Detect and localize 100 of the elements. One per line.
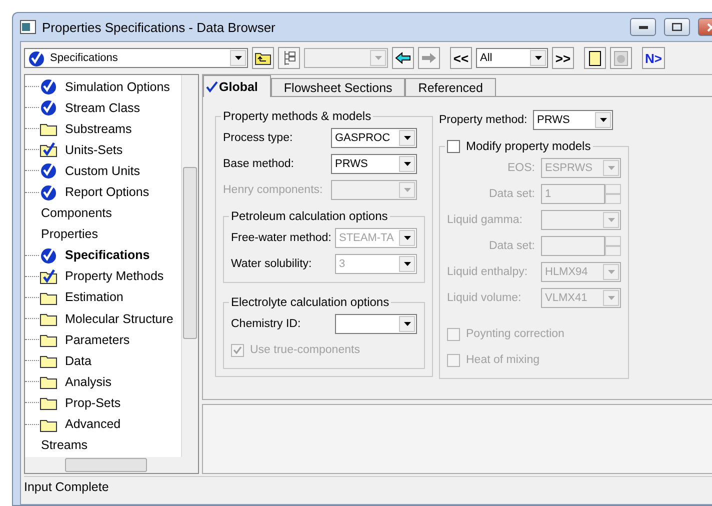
- filter-dropdown[interactable]: All: [476, 48, 548, 68]
- notes-button[interactable]: [584, 47, 606, 69]
- object-selector[interactable]: Specifications: [24, 48, 248, 68]
- tab[interactable]: Referenced: [405, 78, 496, 97]
- check-circle-icon: [40, 162, 57, 180]
- checkbox[interactable]: [447, 140, 460, 152]
- group-title: Petroleum calculation options: [230, 209, 389, 223]
- tree-item[interactable]: Data: [57, 354, 92, 368]
- field-label: Base method:: [223, 158, 295, 170]
- tree-item[interactable]: Streams: [25, 438, 88, 452]
- group-title: Modify property models: [466, 139, 591, 153]
- folder-icon: [40, 374, 57, 390]
- field-label: Henry components:: [223, 184, 324, 196]
- dropdown-arrow-icon: [234, 56, 242, 60]
- tree-item[interactable]: Specifications: [57, 248, 150, 262]
- dropdown-arrow-icon: [600, 118, 606, 122]
- folder-icon: [40, 353, 57, 368]
- tree-item[interactable]: Substreams: [57, 122, 132, 136]
- tab[interactable]: Global: [203, 75, 271, 97]
- dropdown-arrow-icon: [534, 56, 542, 60]
- dropdown-arrow-icon: [374, 56, 382, 60]
- field-label: EOS:: [506, 162, 536, 174]
- check-circle-icon: [40, 99, 57, 116]
- spin-buttons[interactable]: [605, 236, 621, 256]
- checkbox-label: Heat of mixing: [466, 354, 540, 366]
- tree-item[interactable]: Molecular Structure: [57, 312, 174, 326]
- dropdown-field[interactable]: PRWS: [533, 110, 613, 130]
- window-icon: [20, 20, 36, 34]
- field-label: Data set:: [488, 240, 536, 252]
- folder-check-icon: [40, 268, 57, 284]
- dropdown-arrow-icon: [404, 322, 410, 326]
- dropdown-field[interactable]: PRWS: [331, 154, 417, 174]
- field-label: Water solubility:: [231, 258, 313, 270]
- next-input-button[interactable]: N>: [642, 47, 665, 69]
- minimize-icon: [638, 26, 648, 28]
- tree-item[interactable]: Custom Units: [57, 164, 140, 178]
- folder-up-button[interactable]: [252, 47, 274, 69]
- dropdown-arrow-icon: [608, 218, 614, 222]
- check-circle-icon: [40, 246, 57, 264]
- window-title: Properties Specifications - Data Browser: [42, 20, 276, 34]
- tree-item[interactable]: Estimation: [57, 290, 124, 304]
- dropdown-field[interactable]: [541, 210, 621, 230]
- arrow-left-icon: [395, 52, 411, 64]
- tree-item[interactable]: Parameters: [57, 332, 130, 347]
- folder-icon: [40, 311, 57, 326]
- dropdown-arrow-icon: [404, 136, 410, 140]
- dropdown-field[interactable]: [335, 314, 417, 334]
- check-circle-icon: [28, 50, 45, 66]
- tree-item[interactable]: Simulation Options: [57, 80, 170, 94]
- tree-item[interactable]: Analysis: [57, 374, 112, 389]
- group-title: Property methods & models: [222, 109, 372, 123]
- minimize-button[interactable]: [630, 18, 656, 36]
- field-label: Chemistry ID:: [231, 318, 302, 330]
- tree-view-icon: [282, 50, 296, 66]
- checkbox-label: Poynting correction: [466, 328, 564, 340]
- group-title: Electrolyte calculation options: [230, 295, 390, 309]
- tab[interactable]: Flowsheet Sections: [270, 78, 406, 97]
- field-label: Liquid gamma:: [447, 214, 524, 226]
- tree-item[interactable]: Prop-Sets: [57, 396, 121, 410]
- field-label: Liquid enthalpy:: [447, 266, 529, 278]
- dropdown-arrow-icon: [608, 296, 614, 300]
- horizontal-scrollbar[interactable]: [25, 457, 198, 473]
- check-circle-icon: [40, 184, 57, 201]
- tree-item[interactable]: Units-Sets: [57, 142, 123, 157]
- arrow-right-icon: [421, 52, 437, 64]
- dropdown-arrow-icon: [608, 166, 614, 170]
- folder-icon: [40, 121, 57, 136]
- folder-up-icon: [255, 51, 271, 65]
- back-button[interactable]: [392, 47, 414, 69]
- check-circle-icon: [40, 78, 57, 96]
- dropdown-arrow-icon: [404, 188, 410, 192]
- field-label: Free-water method:: [231, 232, 332, 244]
- folder-icon: [40, 395, 57, 410]
- tree-item[interactable]: Properties: [25, 227, 98, 242]
- field-label: Liquid volume:: [447, 292, 522, 304]
- field-label: Process type:: [223, 132, 294, 144]
- dropdown-arrow-icon: [404, 162, 410, 166]
- maximize-button[interactable]: [664, 18, 690, 36]
- tree-item[interactable]: Components: [25, 206, 112, 220]
- dropdown-arrow-icon: [404, 262, 410, 266]
- previous-button[interactable]: <<: [450, 47, 472, 69]
- note-icon: [589, 50, 601, 66]
- tree-item[interactable]: Stream Class: [57, 100, 140, 115]
- tree-item[interactable]: Property Methods: [57, 269, 164, 284]
- dropdown-arrow-icon: [608, 270, 614, 274]
- vertical-scrollbar[interactable]: [181, 75, 198, 457]
- spin-buttons[interactable]: [605, 184, 621, 204]
- check-mark-icon: [233, 346, 242, 354]
- dropdown-field[interactable]: GASPROC: [331, 128, 417, 148]
- spinner-field[interactable]: [541, 236, 605, 256]
- folder-check-icon: [40, 142, 57, 158]
- tree-item[interactable]: Report Options: [57, 185, 150, 200]
- status-text: Input Complete: [24, 480, 109, 494]
- tree-item[interactable]: Advanced: [57, 417, 121, 432]
- checkbox-label: Use true-components: [250, 344, 360, 356]
- field-label: Data set:: [488, 188, 536, 200]
- folder-icon: [40, 332, 57, 348]
- status-icon: [614, 50, 628, 66]
- next-button[interactable]: >>: [552, 47, 574, 69]
- tree-view-button[interactable]: [278, 47, 300, 69]
